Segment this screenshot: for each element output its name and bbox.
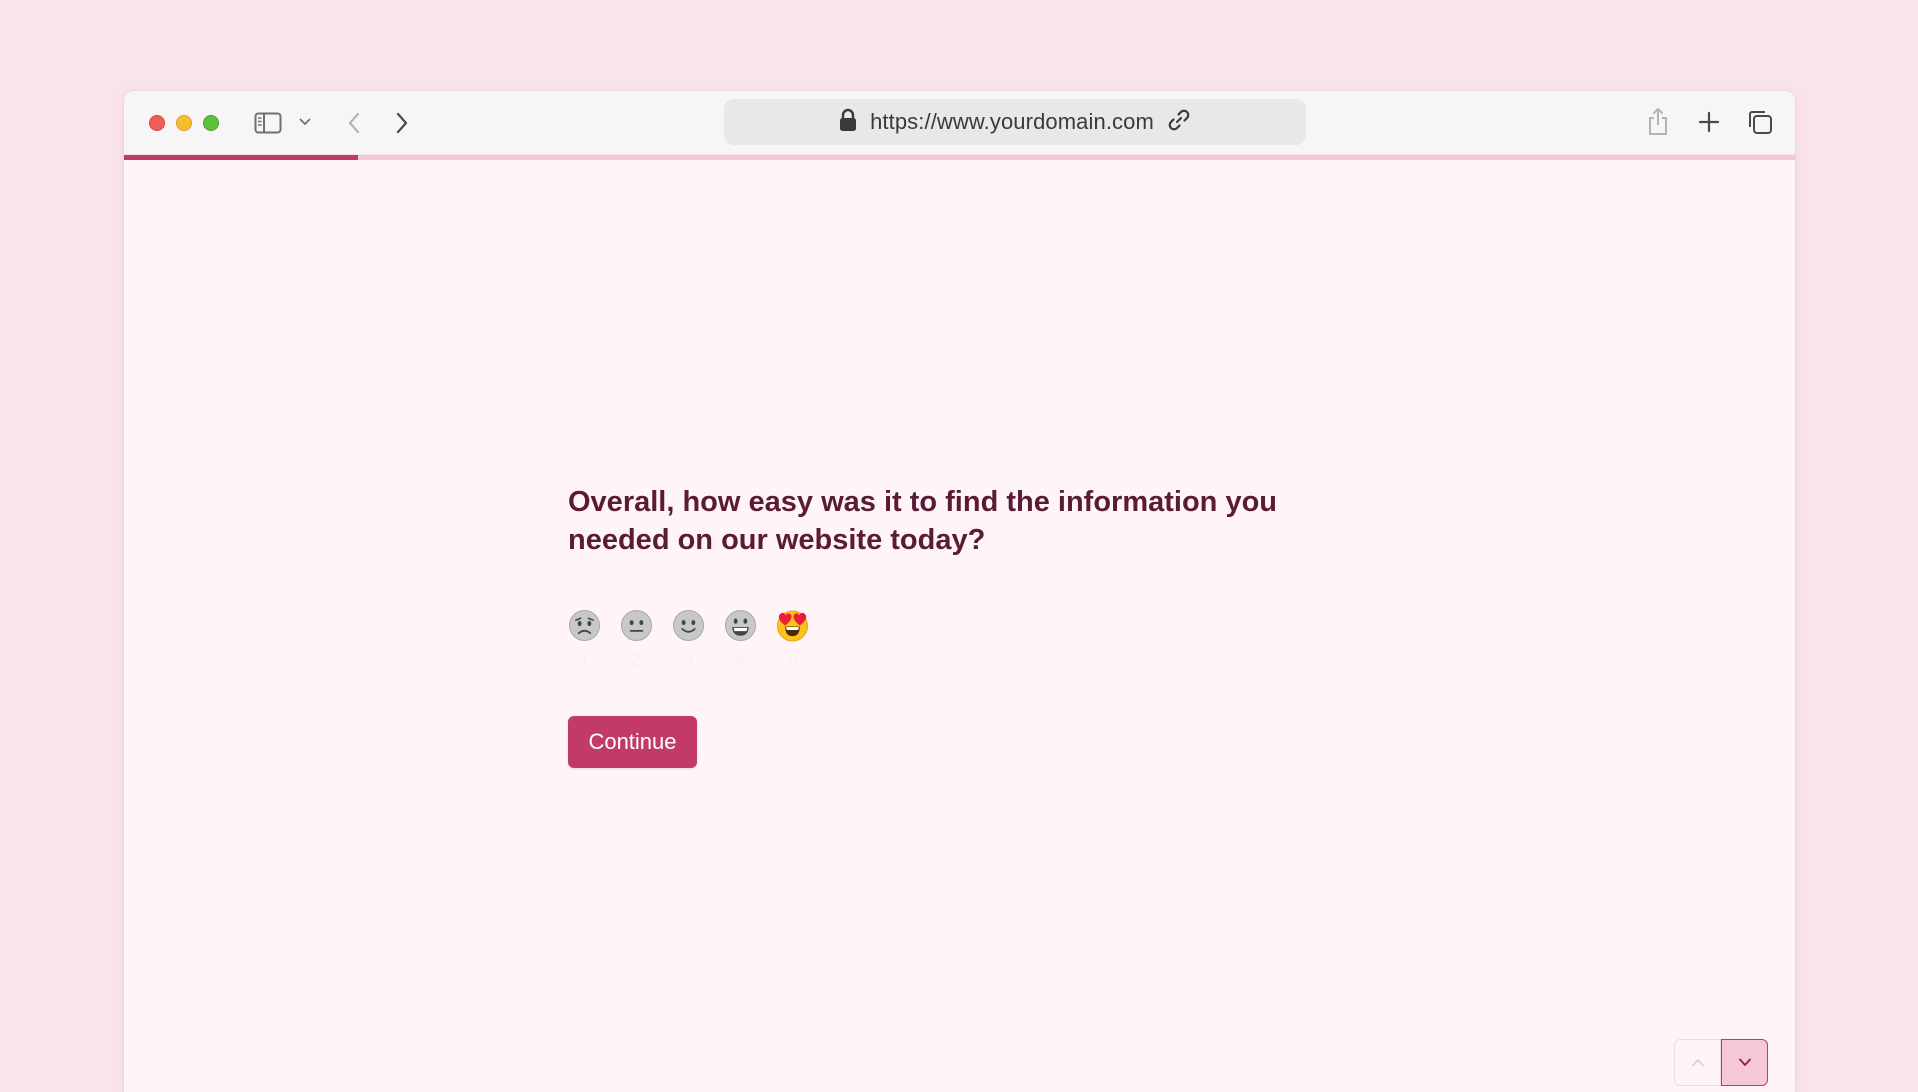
rating-option-2[interactable]: 2 — [620, 609, 653, 670]
grinning-face-icon — [724, 609, 757, 642]
neutral-face-icon — [620, 609, 653, 642]
link-icon[interactable] — [1166, 107, 1192, 138]
rating-number: 4 — [735, 650, 746, 669]
rating-number: 5 — [787, 650, 798, 669]
question-navigation — [1674, 1039, 1768, 1086]
slightly-smiling-face-icon — [672, 609, 705, 642]
address-bar[interactable]: https://www.yourdomain.com — [724, 99, 1306, 145]
chevron-down-icon[interactable] — [298, 115, 312, 129]
minimize-window-button[interactable] — [176, 115, 192, 131]
back-arrow-icon[interactable] — [342, 109, 366, 137]
lock-icon — [838, 108, 858, 137]
continue-button[interactable]: Continue — [568, 716, 697, 768]
close-window-button[interactable] — [149, 115, 165, 131]
rating-option-4[interactable]: 4 — [724, 609, 757, 670]
plus-icon[interactable] — [1694, 107, 1724, 137]
rating-scale: 1 2 3 4 5 — [568, 609, 809, 670]
tab-overview-icon[interactable] — [1745, 107, 1775, 137]
zoom-window-button[interactable] — [203, 115, 219, 131]
forward-arrow-icon[interactable] — [390, 109, 414, 137]
heart-eyes-face-icon — [776, 609, 809, 642]
browser-window: https://www.yourdomain.com Overall, how … — [124, 91, 1795, 1092]
rating-option-1[interactable]: 1 — [568, 609, 601, 670]
rating-option-3[interactable]: 3 — [672, 609, 705, 670]
rating-number: 3 — [683, 650, 694, 669]
rating-number: 2 — [631, 650, 642, 669]
anxious-face-icon — [568, 609, 601, 642]
survey-question: Overall, how easy was it to find the inf… — [568, 486, 1277, 556]
chevron-up-icon — [1691, 1054, 1705, 1072]
chevron-down-icon — [1738, 1054, 1752, 1072]
share-icon[interactable] — [1643, 105, 1673, 139]
rating-number: 1 — [579, 650, 590, 669]
browser-toolbar: https://www.yourdomain.com — [124, 91, 1795, 155]
survey-content: Overall, how easy was it to find the inf… — [124, 160, 1795, 1092]
next-question-button[interactable] — [1721, 1039, 1768, 1086]
previous-question-button[interactable] — [1674, 1039, 1721, 1086]
url-text: https://www.yourdomain.com — [870, 109, 1154, 134]
sidebar-icon[interactable] — [254, 111, 282, 135]
rating-option-5[interactable]: 5 — [776, 609, 809, 670]
